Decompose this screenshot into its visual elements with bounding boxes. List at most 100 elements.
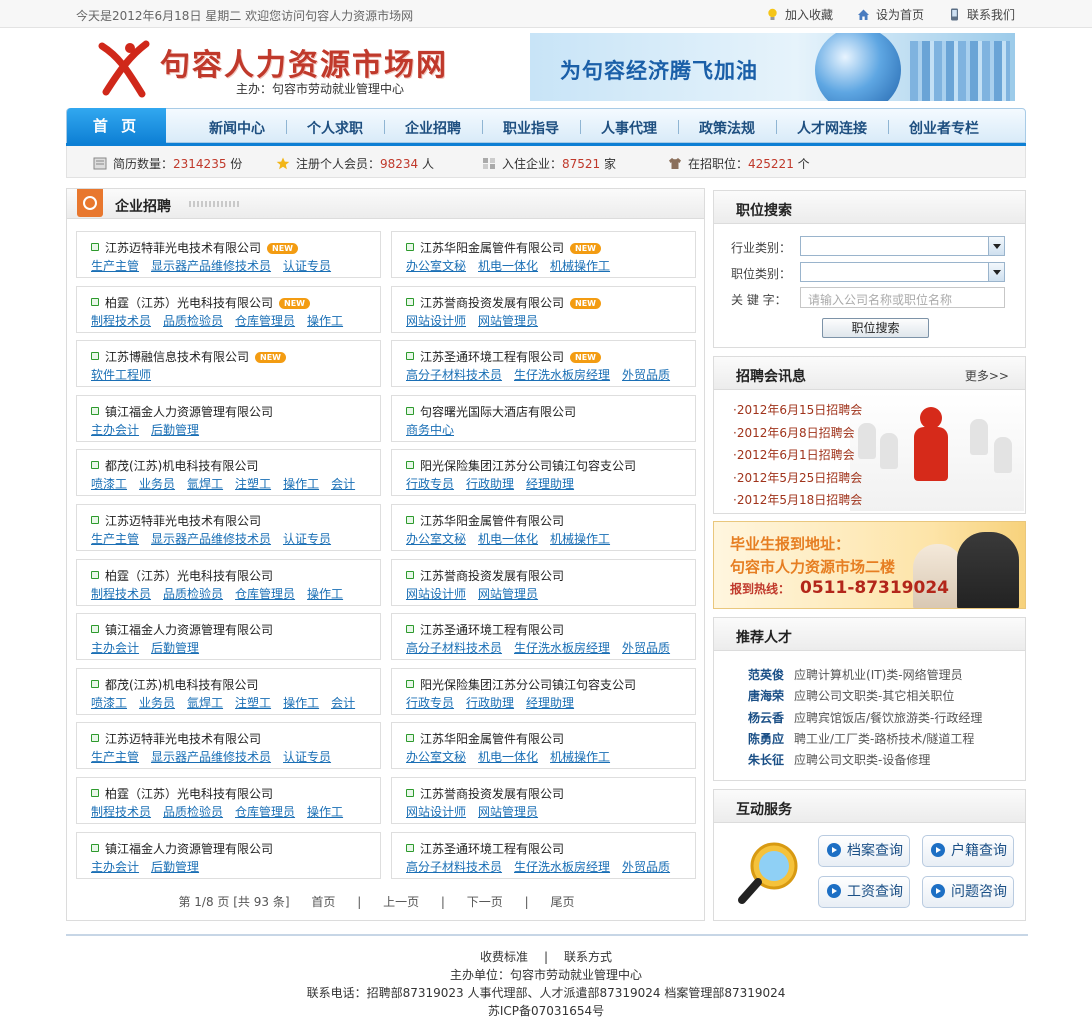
job-link[interactable]: 高分子材料技术员 [406,860,502,874]
pager-next[interactable]: 下一页 [467,895,503,909]
company-name-link[interactable]: 江苏华阳金属管件有限公司 NEW [406,239,601,256]
company-name-link[interactable]: 江苏华阳金属管件有限公司 [406,730,564,747]
job-link[interactable]: 主办会计 [91,641,139,655]
company-name-link[interactable]: 江苏誉商投资发展有限公司 NEW [406,294,601,311]
job-fair-item[interactable]: ·2012年5月25日招聘会 [733,469,862,486]
job-link[interactable]: 外贸品质 [622,860,670,874]
more-link[interactable]: 更多>> [965,367,1009,384]
job-link[interactable]: 主办会计 [91,423,139,437]
add-favorite-link[interactable]: 加入收藏 [766,6,833,23]
company-name-link[interactable]: 江苏迈特菲光电技术有限公司 [91,512,261,529]
job-link[interactable]: 办公室文秘 [406,532,466,546]
graduate-report-banner[interactable]: 毕业生报到地址： 句容市人力资源市场二楼 报到热线： 0511-87319024 [713,521,1026,609]
job-link[interactable]: 外贸品质 [622,368,670,382]
company-name-link[interactable]: 江苏圣通环境工程有限公司 [406,621,564,638]
nav-job-seeking[interactable]: 个人求职 [307,118,363,138]
company-name-link[interactable]: 江苏迈特菲光电技术有限公司 NEW [91,239,298,256]
job-link[interactable]: 制程技术员 [91,805,151,819]
job-link[interactable]: 商务中心 [406,423,454,437]
company-name-link[interactable]: 句容曙光国际大酒店有限公司 [406,403,576,420]
job-link[interactable]: 品质检验员 [163,314,223,328]
contact-us-link[interactable]: 联系我们 [948,6,1015,23]
contact-link[interactable]: 联系方式 [564,950,612,964]
job-fair-item[interactable]: ·2012年6月8日招聘会 [733,424,855,441]
job-link[interactable]: 注塑工 [235,696,271,710]
company-name-link[interactable]: 江苏迈特菲光电技术有限公司 [91,730,261,747]
job-link[interactable]: 后勤管理 [151,641,199,655]
company-name-link[interactable]: 柏霆（江苏）光电科技有限公司 NEW [91,294,310,311]
job-link[interactable]: 喷漆工 [91,696,127,710]
job-link[interactable]: 生产主管 [91,532,139,546]
job-link[interactable]: 氩焊工 [187,477,223,491]
job-link[interactable]: 仓库管理员 [235,805,295,819]
company-name-link[interactable]: 镇江福金人力资源管理有限公司 [91,403,273,420]
job-link[interactable]: 生产主管 [91,259,139,273]
company-name-link[interactable]: 阳光保险集团江苏分公司镇江句容支公司 [406,457,636,474]
job-link[interactable]: 办公室文秘 [406,750,466,764]
job-link[interactable]: 机械操作工 [550,259,610,273]
job-link[interactable]: 会计 [331,477,355,491]
salary-query-button[interactable]: 工资查询 [818,876,910,908]
nav-news[interactable]: 新闻中心 [209,118,265,138]
job-link[interactable]: 注塑工 [235,477,271,491]
chevron-down-icon[interactable] [988,237,1004,255]
job-link[interactable]: 高分子材料技术员 [406,368,502,382]
job-link[interactable]: 操作工 [283,477,319,491]
pager-first[interactable]: 首页 [311,895,335,909]
company-name-link[interactable]: 江苏圣通环境工程有限公司 [406,840,564,857]
job-link[interactable]: 操作工 [283,696,319,710]
nav-talent-links[interactable]: 人才网连接 [797,118,867,138]
job-link[interactable]: 机电一体化 [478,750,538,764]
company-name-link[interactable]: 都茂(江苏)机电科技有限公司 [91,676,258,693]
job-link[interactable]: 行政专员 [406,696,454,710]
nav-personnel-agency[interactable]: 人事代理 [601,118,657,138]
job-link[interactable]: 品质检验员 [163,805,223,819]
nav-policies[interactable]: 政策法规 [699,118,755,138]
job-link[interactable]: 软件工程师 [91,368,151,382]
job-link[interactable]: 机电一体化 [478,259,538,273]
job-link[interactable]: 操作工 [307,314,343,328]
job-link[interactable]: 办公室文秘 [406,259,466,273]
job-link[interactable]: 氩焊工 [187,696,223,710]
job-link[interactable]: 认证专员 [283,259,331,273]
company-name-link[interactable]: 柏霆（江苏）光电科技有限公司 [91,567,273,584]
job-link[interactable]: 仓库管理员 [235,587,295,601]
job-link[interactable]: 显示器产品维修技术员 [151,259,271,273]
job-link[interactable]: 业务员 [139,696,175,710]
job-link[interactable]: 认证专员 [283,532,331,546]
job-link[interactable]: 网站管理员 [478,805,538,819]
job-link[interactable]: 经理助理 [526,477,574,491]
keyword-input[interactable]: 请输入公司名称或职位名称 [800,287,1005,308]
job-link[interactable]: 外贸品质 [622,641,670,655]
job-link[interactable]: 认证专员 [283,750,331,764]
job-search-button[interactable]: 职位搜索 [822,318,929,338]
pager-prev[interactable]: 上一页 [383,895,419,909]
job-link[interactable]: 操作工 [307,587,343,601]
chevron-down-icon[interactable] [988,263,1004,281]
job-fair-item[interactable]: ·2012年6月15日招聘会 [733,401,862,418]
company-name-link[interactable]: 江苏誉商投资发展有限公司 [406,785,564,802]
job-link[interactable]: 网站管理员 [478,314,538,328]
job-link[interactable]: 业务员 [139,477,175,491]
company-name-link[interactable]: 江苏誉商投资发展有限公司 [406,567,564,584]
job-link[interactable]: 网站管理员 [478,587,538,601]
job-link[interactable]: 生仔洗水板房经理 [514,860,610,874]
position-select[interactable] [800,262,1005,282]
nav-enterprise-recruit[interactable]: 企业招聘 [405,118,461,138]
job-link[interactable]: 后勤管理 [151,423,199,437]
talent-name[interactable]: 唐海荣 [748,689,784,703]
household-query-button[interactable]: 户籍查询 [922,835,1014,867]
job-link[interactable]: 网站设计师 [406,587,466,601]
company-name-link[interactable]: 镇江福金人力资源管理有限公司 [91,840,273,857]
company-name-link[interactable]: 江苏博融信息技术有限公司 NEW [91,348,286,365]
talent-name[interactable]: 陈勇应 [748,732,784,746]
industry-select[interactable] [800,236,1005,256]
job-link[interactable]: 操作工 [307,805,343,819]
company-name-link[interactable]: 柏霆（江苏）光电科技有限公司 [91,785,273,802]
job-link[interactable]: 生仔洗水板房经理 [514,368,610,382]
company-name-link[interactable]: 都茂(江苏)机电科技有限公司 [91,457,258,474]
job-link[interactable]: 制程技术员 [91,587,151,601]
job-link[interactable]: 生产主管 [91,750,139,764]
nav-career-guidance[interactable]: 职业指导 [503,118,559,138]
job-link[interactable]: 机械操作工 [550,750,610,764]
